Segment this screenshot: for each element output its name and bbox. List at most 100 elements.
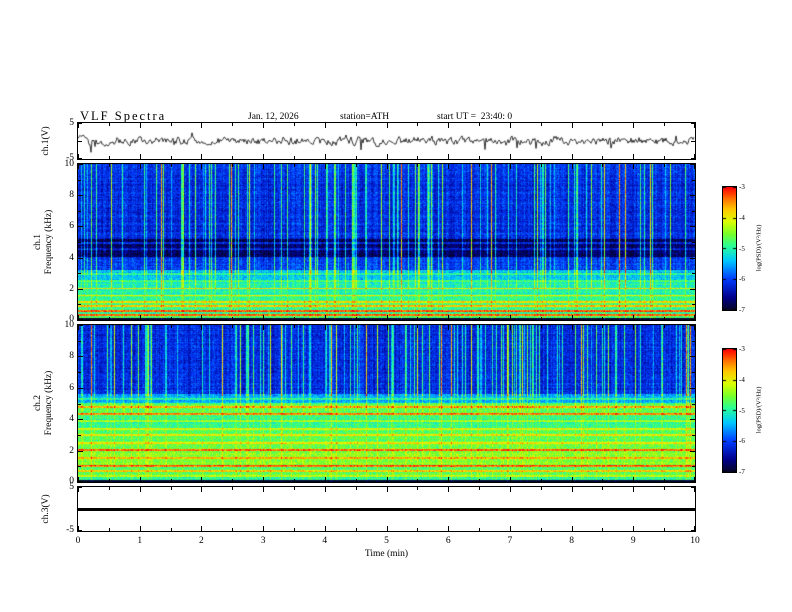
axis-tick [690,226,695,227]
axis-tick [479,123,480,126]
axis-tick [479,479,480,482]
voltage-tick-label: 5 [69,482,74,492]
axis-tick [78,509,82,510]
axis-tick [690,164,695,165]
axis-tick [294,156,295,159]
station-name: station=ATH [340,112,390,122]
axis-tick [78,451,83,452]
axis-tick [541,487,542,490]
axis-tick [78,404,81,405]
axis-tick [294,317,295,320]
ch2-frequency-unit-label: Frequency (kHz) [44,370,54,436]
axis-tick [78,319,83,320]
colorbar1-tick-label: -5 [739,244,745,253]
axis-tick [78,180,81,181]
axis-tick [201,164,202,169]
axis-tick [691,530,695,531]
axis-tick [692,372,695,373]
axis-tick [602,156,603,159]
axis-tick [356,164,357,167]
freq-tick-label: 8 [69,190,74,200]
time-tick-label: 9 [630,536,636,546]
axis-tick [692,341,695,342]
axis-tick [691,141,695,142]
axis-tick [479,156,480,159]
axis-tick [664,325,665,328]
axis-tick [572,325,573,330]
axis-tick [109,325,110,328]
axis-tick [232,487,233,490]
axis-tick [417,156,418,159]
axis-tick [78,123,82,124]
axis-tick [232,528,233,531]
axis-tick [417,164,418,167]
axis-tick [78,356,83,357]
axis-tick [633,154,634,159]
colorbar1-tick-label: -4 [739,213,745,222]
axis-tick [232,317,233,320]
axis-tick [664,123,665,126]
axis-tick [140,123,141,128]
ch2-spectrogram-canvas [77,324,696,483]
axis-tick [602,528,603,531]
time-tick-label: 1 [137,536,143,546]
axis-tick [78,141,82,142]
axis-tick [78,481,83,482]
colorbar1-tick-label: -7 [739,306,745,314]
colorbar1-tick-label: -3 [739,183,745,191]
axis-tick [690,481,695,482]
axis-tick [78,419,83,420]
axis-tick [541,164,542,167]
axis-tick [78,325,83,326]
time-tick-label: 5 [384,536,389,546]
axis-tick [602,317,603,320]
axis-tick [356,479,357,482]
axis-tick [140,164,141,169]
axis-tick [294,479,295,482]
axis-tick [201,123,202,128]
axis-tick [140,154,141,159]
axis-tick [417,123,418,126]
axis-tick [356,528,357,531]
time-tick-label: 7 [507,536,513,546]
axis-tick [325,526,326,531]
axis-tick [171,325,172,328]
axis-tick [171,317,172,320]
voltage-tick-label: -5 [66,153,74,163]
observation-date: Jan. 12, 2026 [248,112,299,122]
axis-tick [417,479,418,482]
axis-tick [510,123,511,128]
axis-tick [140,477,141,482]
axis-tick [692,304,695,305]
start-time-ut: start UT = 23:40: 0 [437,112,513,122]
axis-tick [692,180,695,181]
colorbar2-tick-label: -6 [739,437,745,446]
ch2-frequency-axis-label: ch.2 Frequency (kHz) [33,371,55,436]
axis-tick [572,164,573,169]
axis-tick [78,226,83,227]
freq-tick-label: 2 [69,446,74,456]
axis-tick [263,315,264,320]
axis-tick [109,164,110,167]
axis-tick [633,526,634,531]
axis-tick [109,317,110,320]
axis-tick [78,304,81,305]
colorbar1-tick-label: -6 [739,275,745,284]
axis-tick [541,479,542,482]
axis-tick [664,487,665,490]
axis-tick [510,325,511,330]
axis-tick [691,123,695,124]
axis-tick [541,123,542,126]
axis-tick [109,156,110,159]
axis-tick [232,479,233,482]
axis-tick [692,466,695,467]
time-tick-label: 8 [569,536,574,546]
axis-tick [387,477,388,482]
axis-tick [294,487,295,490]
axis-tick [691,158,695,159]
axis-tick [109,123,110,126]
voltage-tick-label: 5 [69,118,74,128]
ch2-channel-label: ch.2 [33,394,43,412]
axis-tick [572,123,573,128]
time-tick-label: 3 [260,536,266,546]
